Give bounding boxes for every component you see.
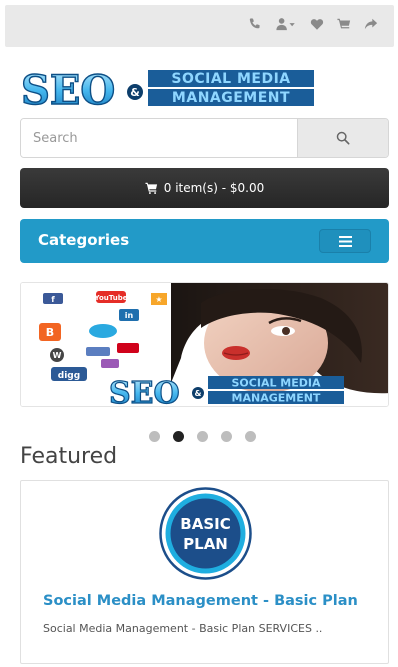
banner-slide[interactable]: f YouTube ★ in B W digg SEO & SOCIAL MED… bbox=[20, 282, 389, 407]
cart-icon bbox=[145, 182, 157, 194]
badge-line2: PLAN bbox=[183, 535, 228, 553]
search-input[interactable] bbox=[21, 119, 297, 157]
svg-text:f: f bbox=[51, 295, 55, 304]
carousel-dot[interactable] bbox=[173, 431, 184, 442]
carousel-dot[interactable] bbox=[149, 431, 160, 442]
heart-icon[interactable] bbox=[310, 17, 324, 31]
share-arrow-icon[interactable] bbox=[364, 17, 378, 31]
product-title-link[interactable]: Social Media Management - Basic Plan bbox=[43, 593, 358, 609]
logo-amp-text: & bbox=[130, 86, 140, 99]
product-card: BASIC PLAN Social Media Management - Bas… bbox=[20, 480, 389, 664]
logo-line1-text: SOCIAL MEDIA bbox=[171, 71, 290, 87]
featured-heading: Featured bbox=[20, 444, 118, 469]
banner-logo: SEO & SOCIAL MEDIA MANAGEMENT bbox=[108, 375, 344, 407]
cart-summary-text: 0 item(s) - $0.00 bbox=[163, 181, 265, 195]
search-bar bbox=[20, 118, 389, 158]
svg-text:B: B bbox=[46, 326, 54, 339]
shopping-cart-icon[interactable] bbox=[337, 17, 351, 31]
carousel-pagination bbox=[149, 431, 256, 442]
logo-line2-text: MANAGEMENT bbox=[172, 90, 290, 106]
svg-text:★: ★ bbox=[155, 295, 162, 304]
phone-icon[interactable] bbox=[248, 17, 262, 31]
menu-toggle-button[interactable] bbox=[319, 229, 371, 253]
carousel-dot[interactable] bbox=[245, 431, 256, 442]
banner-logo-seo: SEO bbox=[109, 376, 180, 407]
site-logo[interactable]: SEO & SOCIAL MEDIA MANAGEMENT bbox=[20, 66, 316, 115]
svg-text:W: W bbox=[53, 351, 62, 360]
hamburger-icon bbox=[338, 235, 352, 247]
product-image[interactable]: BASIC PLAN bbox=[159, 487, 252, 580]
youtube-label: YouTube bbox=[94, 294, 128, 302]
logo-seo-text: SEO bbox=[21, 67, 115, 108]
categories-label: Categories bbox=[38, 231, 130, 249]
banner-logo-line1: SOCIAL MEDIA bbox=[232, 377, 321, 390]
banner-image: f YouTube ★ in B W digg SEO & SOCIAL MED… bbox=[21, 283, 388, 407]
top-bar bbox=[5, 5, 394, 47]
search-icon bbox=[336, 131, 350, 145]
banner-logo-amp: & bbox=[195, 389, 202, 398]
product-description: Social Media Management - Basic Plan SER… bbox=[43, 622, 323, 635]
linkedin-label: in bbox=[125, 311, 134, 320]
carousel-dot[interactable] bbox=[197, 431, 208, 442]
digg-label: digg bbox=[58, 371, 80, 381]
cart-button[interactable]: 0 item(s) - $0.00 bbox=[20, 168, 389, 208]
top-bar-icons bbox=[248, 17, 378, 31]
categories-menu-bar[interactable]: Categories bbox=[20, 219, 389, 263]
user-account-icon[interactable] bbox=[275, 17, 297, 31]
badge-line1: BASIC bbox=[180, 515, 230, 533]
search-button[interactable] bbox=[297, 119, 388, 157]
banner-logo-line2: MANAGEMENT bbox=[232, 392, 321, 405]
carousel-dot[interactable] bbox=[221, 431, 232, 442]
